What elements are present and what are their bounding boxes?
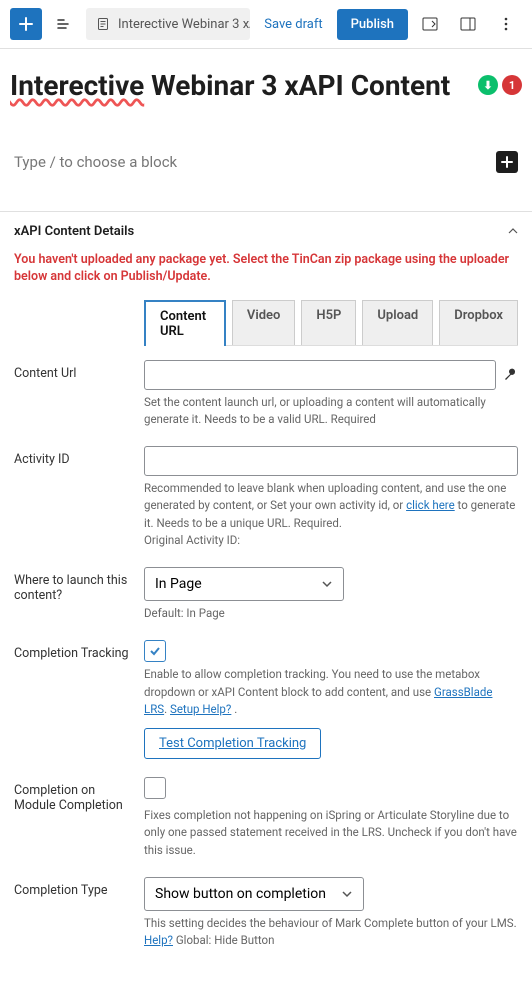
activity-id-label: Activity ID (14, 446, 130, 467)
completion-tracking-label: Completion Tracking (14, 640, 130, 661)
editor-topbar: Interective Webinar 3 xAPI Cont... Save … (0, 0, 532, 49)
upload-warning: You haven't uploaded any package yet. Se… (14, 251, 518, 286)
launch-help: Default: In Page (144, 605, 518, 622)
notification-badge[interactable]: 1 (502, 75, 522, 95)
launch-label: Where to launch this content? (14, 567, 130, 603)
tab-content-url[interactable]: Content URL (144, 300, 226, 346)
content-tabs: Content URL Video H5P Upload Dropbox (144, 300, 518, 346)
document-icon (96, 17, 110, 31)
more-menu-button[interactable] (490, 8, 522, 40)
tab-h5p[interactable]: H5P (301, 300, 356, 345)
module-completion-checkbox[interactable] (144, 777, 166, 799)
completion-tracking-help: Enable to allow completion tracking. You… (144, 666, 518, 718)
metabox-body: You haven't uploaded any package yet. Se… (0, 251, 532, 987)
publish-button[interactable]: Publish (337, 9, 408, 40)
completion-type-help: This setting decides the behaviour of Ma… (144, 915, 518, 950)
insert-block-button[interactable] (496, 151, 518, 173)
post-title[interactable]: Interective Webinar 3 xAPI Content (10, 69, 450, 103)
document-breadcrumb[interactable]: Interective Webinar 3 xAPI Cont... (86, 8, 250, 40)
activity-id-input[interactable] (144, 446, 518, 476)
activity-id-help: Recommended to leave blank when uploadin… (144, 480, 518, 549)
collapse-icon (508, 226, 518, 236)
test-completion-button[interactable]: Test Completion Tracking (144, 728, 321, 759)
completion-type-label: Completion Type (14, 877, 130, 898)
tools-button[interactable] (48, 8, 80, 40)
setup-help-link[interactable]: Setup Help? (170, 702, 231, 716)
tab-upload[interactable]: Upload (362, 300, 433, 345)
xapi-metabox: xAPI Content Details You haven't uploade… (0, 211, 532, 987)
tab-dropbox[interactable]: Dropbox (439, 300, 518, 345)
metabox-title: xAPI Content Details (14, 224, 134, 239)
module-completion-label: Completion on Module Completion (14, 777, 130, 813)
title-spellcheck-word: Interective (10, 69, 144, 102)
activity-generate-link[interactable]: click here (406, 498, 455, 512)
metabox-header[interactable]: xAPI Content Details (0, 212, 532, 251)
sidebar-toggle-button[interactable] (452, 8, 484, 40)
module-completion-help: Fixes completion not happening on iSprin… (144, 807, 518, 859)
save-draft-button[interactable]: Save draft (256, 17, 330, 32)
content-url-input[interactable] (144, 360, 496, 390)
seo-badge[interactable]: ⬇ (478, 75, 498, 95)
completion-type-select[interactable]: Show button on completion (144, 877, 364, 911)
editor-canvas: Interective Webinar 3 xAPI Content ⬇ 1 T… (0, 49, 532, 183)
completion-tracking-checkbox[interactable] (144, 640, 166, 662)
wrench-icon[interactable] (502, 367, 518, 383)
breadcrumb-text: Interective Webinar 3 xAPI Cont... (118, 17, 250, 32)
completion-help-link[interactable]: Help? (144, 933, 173, 947)
title-badges: ⬇ 1 (478, 75, 522, 95)
content-url-label: Content Url (14, 360, 130, 381)
content-url-help: Set the content launch url, or uploading… (144, 394, 518, 429)
add-block-button[interactable] (10, 8, 42, 40)
block-placeholder[interactable]: Type / to choose a block (14, 153, 177, 171)
launch-select[interactable]: In Page (144, 567, 344, 601)
tab-video[interactable]: Video (232, 300, 296, 345)
preview-button[interactable] (414, 8, 446, 40)
title-rest: Webinar 3 xAPI Content (144, 69, 450, 102)
